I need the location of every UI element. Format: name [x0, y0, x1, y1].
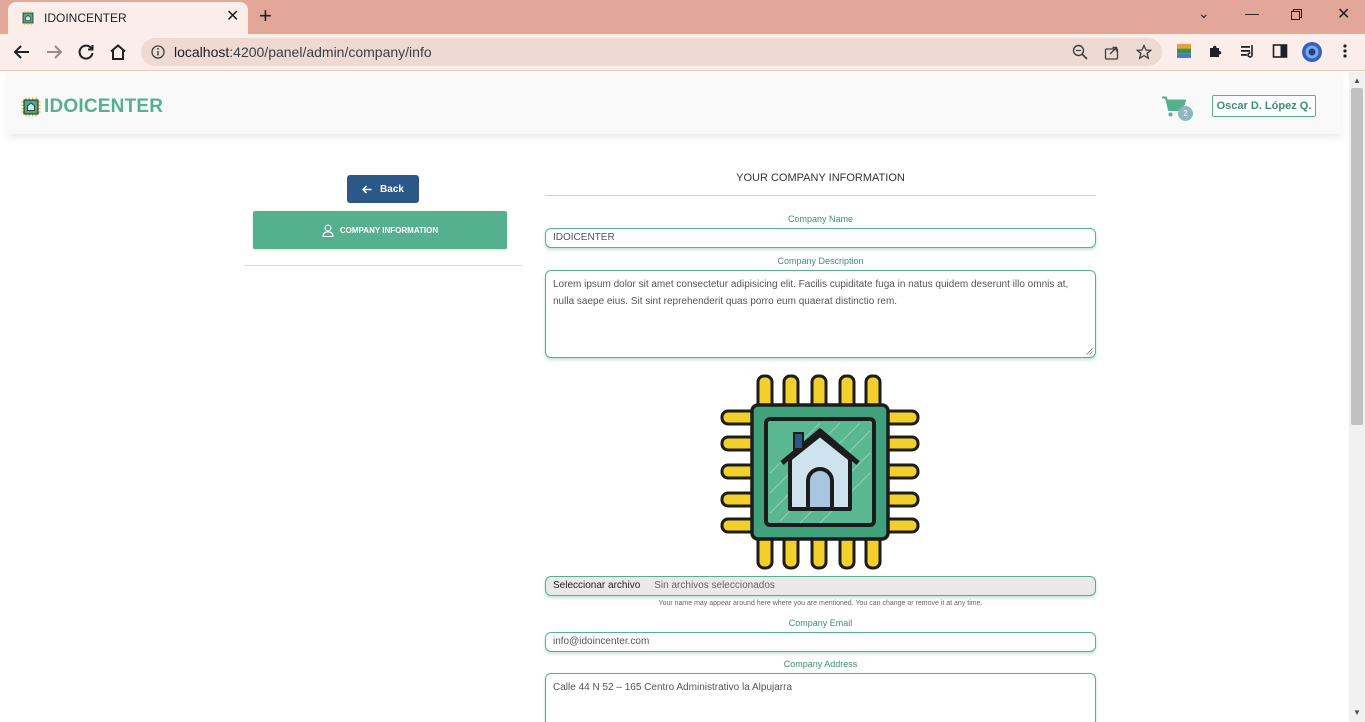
choose-file-button[interactable]: Seleccionar archivo: [553, 580, 640, 591]
url-host: localhost: [174, 44, 230, 60]
user-icon: [322, 223, 334, 237]
url-text: localhost:4200/panel/admin/company/info: [174, 44, 432, 60]
company-address-textarea[interactable]: Calle 44 N 52 – 165 Centro Administrativ…: [545, 673, 1096, 722]
company-name-label: Company Name: [787, 214, 854, 224]
minimize-icon[interactable]: —: [1245, 5, 1259, 21]
back-button[interactable]: Back: [347, 175, 419, 203]
app-header: IDOICENTER 2 Oscar D. López Q.: [7, 72, 1341, 134]
company-information-button[interactable]: COMPANY INFORMATION: [253, 211, 507, 249]
scroll-down-arrow-icon[interactable]: ▼: [1353, 708, 1361, 717]
share-icon[interactable]: [1104, 44, 1120, 60]
bookmark-star-icon[interactable]: [1136, 44, 1152, 60]
company-description-label: Company Description: [777, 256, 864, 266]
side-panel-icon[interactable]: [1272, 43, 1288, 59]
page-content: IDOICENTER 2 Oscar D. López Q. Back COMP…: [0, 72, 1349, 722]
form-title-divider: [545, 195, 1096, 196]
sidebar-divider: [244, 265, 522, 266]
resize-grip-icon[interactable]: [1086, 348, 1093, 355]
media-queue-icon[interactable]: [1240, 43, 1256, 59]
file-status-text: Sin archivos seleccionados: [654, 580, 775, 591]
color-extension-icon[interactable]: [1176, 43, 1192, 59]
forward-arrow-icon[interactable]: [44, 42, 64, 62]
company-logo-image: [720, 374, 920, 570]
scroll-up-arrow-icon[interactable]: ▲: [1353, 76, 1361, 85]
browser-tab[interactable]: IDOINCENTER ✕: [8, 2, 248, 34]
tab-close-icon[interactable]: ✕: [226, 8, 239, 26]
company-address-label: Company Address: [783, 659, 858, 669]
company-information-label: COMPANY INFORMATION: [339, 225, 439, 235]
back-arrow-icon[interactable]: [12, 42, 32, 62]
url-path: :4200/panel/admin/company/info: [229, 44, 432, 60]
brand-name: IDOICENTER: [44, 96, 164, 117]
file-help-text: Your name may appear around here where y…: [658, 600, 983, 607]
scroll-thumb[interactable]: [1351, 88, 1363, 425]
reload-icon[interactable]: [76, 42, 96, 62]
address-bar[interactable]: localhost:4200/panel/admin/company/info: [141, 38, 1162, 66]
form-title: YOUR COMPANY INFORMATION: [736, 172, 905, 184]
company-description-text: Lorem ipsum dolor sit amet consectetur a…: [553, 279, 1069, 307]
company-address-text: Calle 44 N 52 – 165 Centro Administrativ…: [553, 682, 793, 693]
company-email-input[interactable]: info@idoincenter.com: [545, 632, 1096, 652]
logo-file-input[interactable]: Seleccionar archivo Sin archivos seleccio…: [545, 576, 1096, 596]
cart-button[interactable]: 2: [1162, 96, 1196, 122]
arrow-left-icon: [362, 184, 372, 194]
new-tab-icon[interactable]: +: [259, 4, 272, 28]
page-scrollbar[interactable]: ▲ ▼: [1349, 72, 1365, 722]
user-menu-button[interactable]: Oscar D. López Q.: [1212, 95, 1316, 117]
company-description-textarea[interactable]: Lorem ipsum dolor sit amet consectetur a…: [545, 270, 1096, 358]
close-window-icon[interactable]: ✕: [1337, 4, 1350, 24]
brand[interactable]: IDOICENTER: [21, 96, 163, 118]
tab-title: IDOINCENTER: [44, 11, 127, 25]
company-name-input[interactable]: IDOICENTER: [545, 228, 1096, 248]
restore-icon[interactable]: [1291, 9, 1302, 20]
site-info-icon[interactable]: [151, 45, 165, 59]
chevron-down-icon[interactable]: ⌄: [1198, 5, 1210, 22]
browser-toolbar: localhost:4200/panel/admin/company/info: [0, 34, 1365, 71]
zoom-icon[interactable]: [1072, 44, 1088, 60]
extensions-puzzle-icon[interactable]: [1208, 43, 1224, 59]
cart-count-badge: 2: [1178, 106, 1193, 121]
chip-house-logo-icon: [21, 97, 41, 117]
back-button-label: Back: [380, 183, 404, 195]
home-icon[interactable]: [108, 42, 128, 62]
chip-house-favicon-icon: [22, 11, 34, 25]
profile-avatar-icon[interactable]: [1301, 41, 1323, 63]
company-email-label: Company Email: [788, 618, 853, 628]
browser-menu-icon[interactable]: [1337, 43, 1353, 59]
browser-tab-strip: IDOINCENTER ✕ + ⌄ — ✕: [0, 0, 1365, 34]
